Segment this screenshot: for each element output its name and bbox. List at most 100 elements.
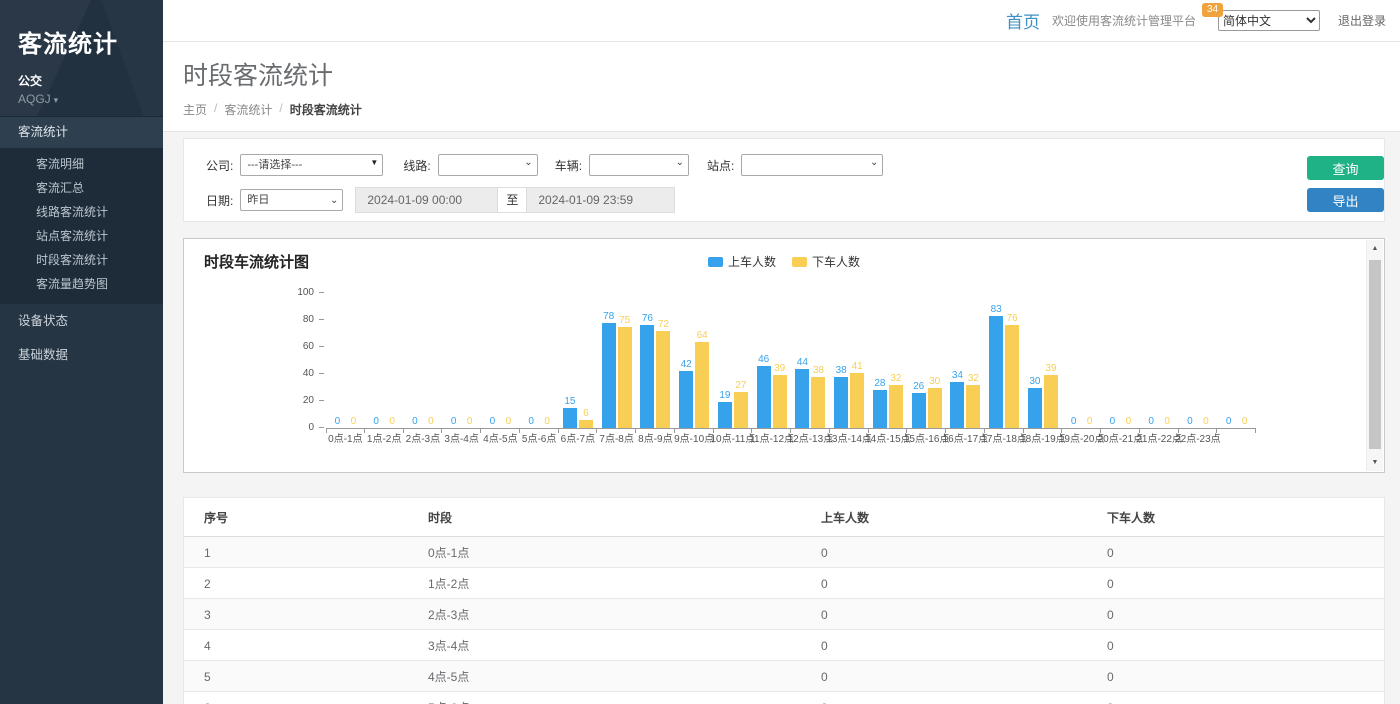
bar-value-label: 0	[373, 416, 379, 427]
x-axis-label: 7点-8点	[599, 430, 633, 445]
station-select[interactable]	[741, 154, 883, 176]
table-row: 54点-5点00	[184, 661, 1384, 692]
bar-value-label: 44	[797, 357, 808, 368]
legend-item-上车人数[interactable]: 上车人数	[708, 253, 776, 270]
x-axis-label: 0点-1点	[328, 430, 362, 445]
bar-value-label: 0	[351, 416, 357, 427]
export-button[interactable]: 导出	[1307, 188, 1384, 212]
bar-value-label: 26	[913, 381, 924, 392]
stats-table: 序号时段上车人数下车人数 10点-1点0021点-2点0032点-3点0043点…	[184, 498, 1384, 704]
sidebar-item-客流汇总[interactable]: 客流汇总	[0, 176, 163, 200]
date-preset-select[interactable]: 昨日	[240, 189, 343, 211]
bar-value-label: 0	[389, 416, 395, 427]
bar-stack: 28	[873, 378, 887, 428]
bar-value-label: 76	[642, 313, 653, 324]
bar-value-label: 32	[890, 373, 901, 384]
x-axis-label: 2点-3点	[406, 430, 440, 445]
bar-stack: 0	[330, 416, 344, 428]
x-axis-label: 6点-7点	[561, 430, 595, 445]
chart-plot: 020406080100000点-1点001点-2点002点-3点003点-4点…	[326, 294, 1256, 429]
bar-value-label: 0	[1203, 416, 1209, 427]
table-cell: 0	[801, 630, 1087, 661]
date-end-input[interactable]	[526, 187, 675, 213]
sidebar-item-线路客流统计[interactable]: 线路客流统计	[0, 200, 163, 224]
x-axis-label: 3点-4点	[444, 430, 478, 445]
topbar: 首页 欢迎使用客流统计管理平台 34 简体中文 退出登录	[163, 0, 1400, 42]
bar-stack: 0	[447, 416, 461, 428]
chart-category-group: 002点-3点	[404, 294, 443, 428]
y-axis-tick-label: 80	[282, 314, 314, 325]
bar-上车人数	[602, 323, 616, 428]
bar-stack: 6	[579, 408, 593, 428]
sidebar-item-基础数据[interactable]: 基础数据	[0, 338, 163, 372]
sidebar-item-客流量趋势图[interactable]: 客流量趋势图	[0, 272, 163, 296]
table-row: 10点-1点00	[184, 537, 1384, 568]
scrollbar-thumb[interactable]	[1369, 260, 1381, 449]
scroll-up-button[interactable]: ▲	[1367, 240, 1383, 257]
sidebar-item-客流明细[interactable]: 客流明细	[0, 152, 163, 176]
company-label: 公司:	[206, 157, 233, 174]
bar-stack: 27	[734, 380, 748, 429]
bar-value-label: 15	[564, 396, 575, 407]
sidebar-item-站点客流统计[interactable]: 站点客流统计	[0, 224, 163, 248]
bar-stack: 19	[718, 390, 732, 428]
chart-scrollbar[interactable]: ▲ ▼	[1366, 240, 1383, 471]
bar-上车人数	[679, 371, 693, 428]
bar-stack: 26	[912, 381, 926, 428]
y-axis-tick-label: 40	[282, 368, 314, 379]
bar-stack: 32	[889, 373, 903, 428]
table-header-下车人数: 下车人数	[1087, 498, 1384, 537]
line-select[interactable]	[438, 154, 538, 176]
bar-value-label: 38	[836, 365, 847, 376]
home-link[interactable]: 首页	[1006, 8, 1040, 33]
chart-category-group: 0019点-20点	[1062, 294, 1101, 428]
bar-stack: 0	[1083, 416, 1097, 428]
stats-table-panel: 序号时段上车人数下车人数 10点-1点0021点-2点0032点-3点0043点…	[183, 497, 1385, 704]
sidebar-section-passenger-stats[interactable]: 客流统计	[0, 117, 163, 148]
table-cell: 3点-4点	[408, 630, 801, 661]
bar-value-label: 41	[852, 361, 863, 372]
bar-value-label: 72	[658, 319, 669, 330]
chart-category-group: 76728点-9点	[636, 294, 675, 428]
chart-category-group: 42649点-10点	[675, 294, 714, 428]
vehicle-select[interactable]	[589, 154, 689, 176]
chart-category-group: 005点-6点	[520, 294, 559, 428]
legend-item-下车人数[interactable]: 下车人数	[792, 253, 860, 270]
logout-link[interactable]: 退出登录	[1338, 12, 1386, 29]
bar-stack: 15	[563, 396, 577, 428]
bar-stack: 0	[1222, 416, 1236, 428]
chart-panel: 时段车流统计图 上车人数下车人数 020406080100000点-1点001点…	[183, 238, 1385, 473]
bar-stack: 0	[1067, 416, 1081, 428]
bar-value-label: 0	[1187, 416, 1193, 427]
breadcrumb-item: 时段客流统计	[290, 101, 362, 118]
sidebar-item-时段客流统计[interactable]: 时段客流统计	[0, 248, 163, 272]
language-select[interactable]: 简体中文	[1218, 10, 1320, 31]
table-cell: 4点-5点	[408, 661, 801, 692]
table-cell: 0	[1087, 537, 1384, 568]
bar-stack: 0	[501, 416, 515, 428]
breadcrumb-item[interactable]: 主页	[183, 101, 207, 118]
table-cell: 0	[801, 599, 1087, 630]
station-label: 站点:	[707, 157, 734, 174]
x-axis-label: 8点-9点	[638, 430, 672, 445]
legend-color-swatch	[708, 257, 723, 267]
org-code-dropdown[interactable]: AQGJ▾	[18, 92, 145, 106]
chart-category-group: 001点-2点	[365, 294, 404, 428]
bar-value-label: 0	[335, 416, 341, 427]
chart-category-group: 1566点-7点	[559, 294, 598, 428]
date-start-input[interactable]	[355, 187, 498, 213]
scroll-down-button[interactable]: ▼	[1367, 454, 1383, 471]
company-select[interactable]: ---请选择---	[240, 154, 383, 176]
bar-stack: 0	[1238, 416, 1252, 428]
breadcrumb-item[interactable]: 客流统计	[224, 101, 272, 118]
table-cell: 0	[1087, 568, 1384, 599]
bar-value-label: 19	[719, 390, 730, 401]
table-cell: 1	[184, 537, 408, 568]
table-cell: 3	[184, 599, 408, 630]
bar-value-label: 0	[1110, 416, 1116, 427]
bar-stack: 0	[346, 416, 360, 428]
search-button[interactable]: 查询	[1307, 156, 1384, 180]
sidebar-item-设备状态[interactable]: 设备状态	[0, 304, 163, 338]
bar-value-label: 32	[968, 373, 979, 384]
bar-stack: 0	[424, 416, 438, 428]
